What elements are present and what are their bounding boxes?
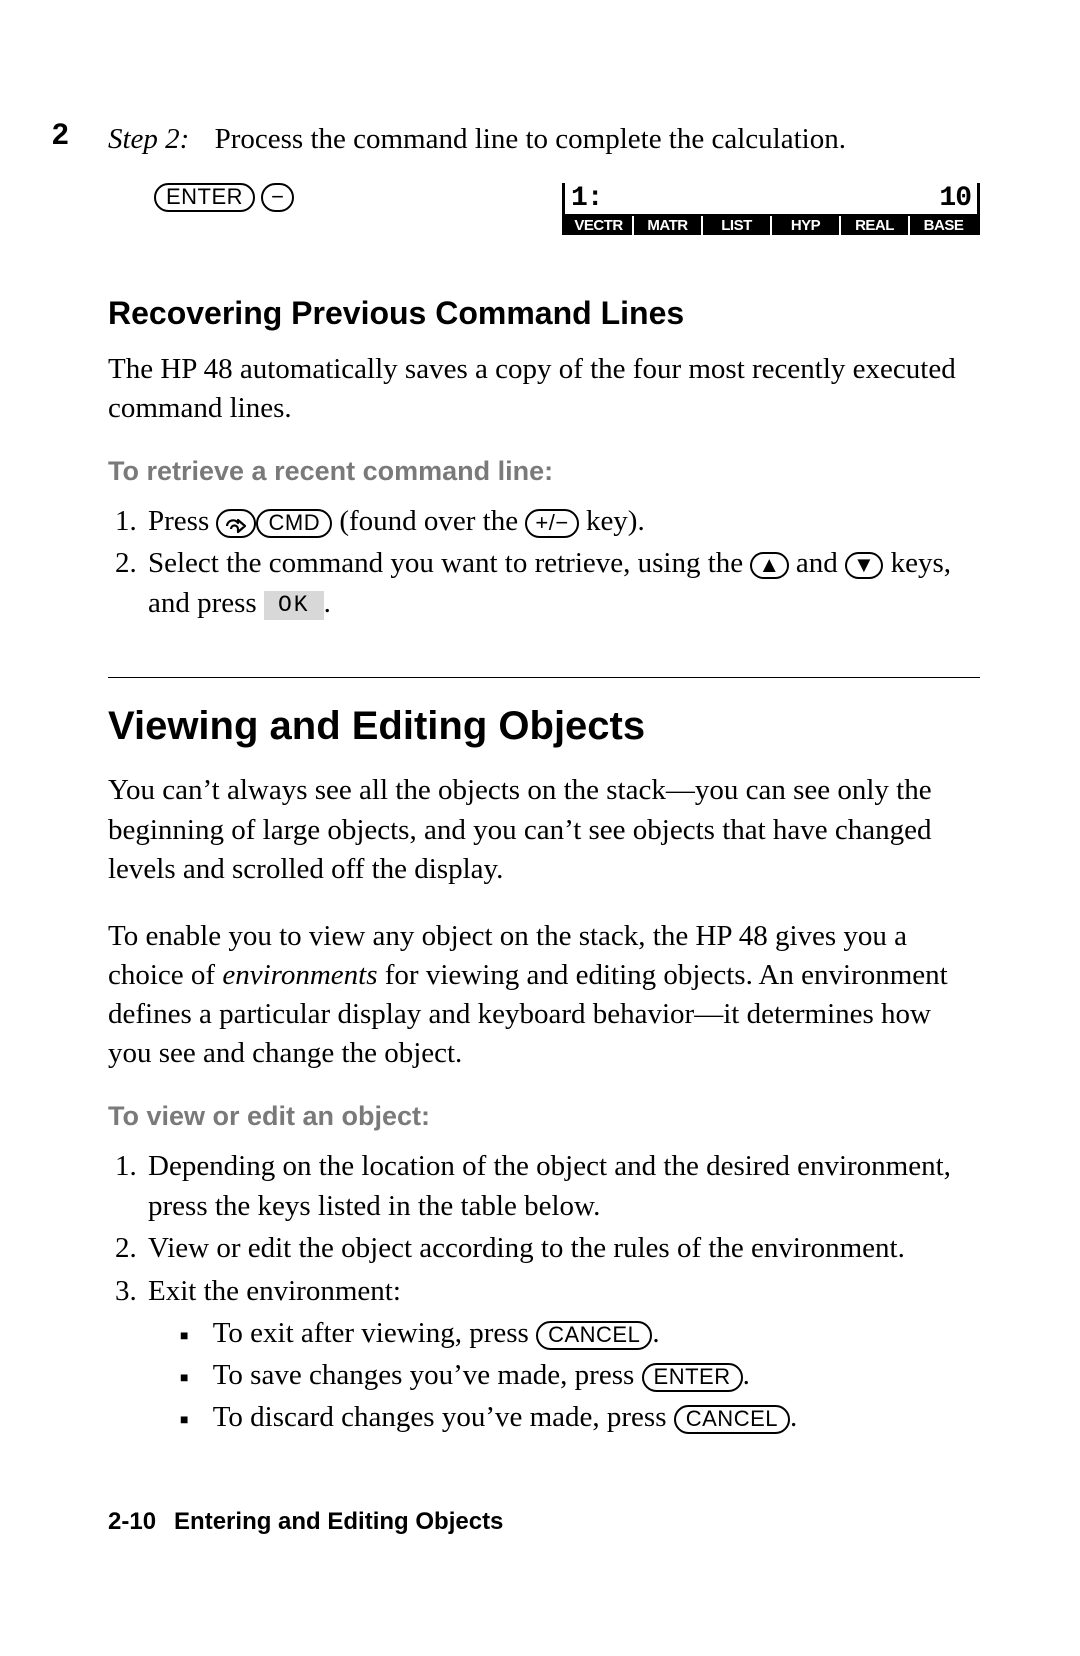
heading-viewing: Viewing and Editing Objects: [108, 704, 980, 749]
cancel-key: CANCEL: [536, 1321, 652, 1350]
enter-key: ENTER: [642, 1363, 743, 1392]
text: To discard changes you’ve made, press: [213, 1401, 674, 1433]
heading-recovering: Recovering Previous Command Lines: [108, 295, 980, 332]
list-item: Press CMD (found over the +/− key).: [144, 501, 980, 541]
down-arrow-key: ▼: [845, 552, 883, 579]
subhead-view-edit: To view or edit an object:: [108, 1101, 980, 1132]
para-view-2: To enable you to view any object on the …: [108, 917, 980, 1074]
text: .: [652, 1317, 659, 1349]
display-menubar: VECTR MATR LIST HYP REAL BASE: [562, 216, 980, 235]
menu-tab: BASE: [910, 216, 977, 235]
text: Select the command you want to retrieve,…: [148, 547, 750, 579]
key-sequence: ENTER −: [154, 183, 294, 212]
bullet-item: To save changes you’ve made, press ENTER…: [176, 1355, 980, 1395]
cancel-key: CANCEL: [674, 1405, 790, 1434]
calculator-display: 1: 10 VECTR MATR LIST HYP REAL BASE: [562, 183, 980, 235]
footer-title: Entering and Editing Objects: [174, 1508, 503, 1535]
right-shift-key: [216, 509, 256, 538]
bullet-item: To discard changes you’ve made, press CA…: [176, 1397, 980, 1437]
para-view-1: You can’t always see all the objects on …: [108, 771, 980, 888]
steps-retrieve: Press CMD (found over the +/− key). Sele…: [108, 501, 980, 623]
steps-view: Depending on the location of the object …: [108, 1146, 980, 1436]
menu-tab: LIST: [703, 216, 772, 235]
chapter-number: 2: [52, 118, 69, 152]
menu-tab: REAL: [841, 216, 910, 235]
sub-bullets: To exit after viewing, press CANCEL. To …: [148, 1313, 980, 1437]
enter-key: ENTER: [154, 183, 255, 212]
menu-tab: VECTR: [565, 216, 634, 235]
display-level: 1:: [571, 183, 603, 214]
section-rule: [108, 677, 980, 678]
list-item: View or edit the object according to the…: [144, 1228, 980, 1268]
minus-key: −: [261, 183, 294, 212]
step-line: Step 2: Process the command line to comp…: [108, 120, 980, 159]
text: key).: [579, 505, 645, 537]
step-example-row: ENTER − 1: 10 VECTR MATR LIST HYP REAL B…: [154, 183, 980, 235]
bullet-item: To exit after viewing, press CANCEL.: [176, 1313, 980, 1353]
display-stack-line: 1: 10: [562, 183, 980, 216]
page: 2 Step 2: Process the command line to co…: [0, 0, 1080, 1656]
text: .: [324, 587, 331, 619]
text: .: [743, 1359, 750, 1391]
text: To save changes you’ve made, press: [213, 1359, 642, 1391]
menu-tab: MATR: [634, 216, 703, 235]
subhead-retrieve: To retrieve a recent command line:: [108, 456, 980, 487]
text: Exit the environment:: [148, 1275, 401, 1307]
menu-tab: HYP: [772, 216, 841, 235]
cmd-key: CMD: [256, 509, 332, 538]
list-item: Exit the environment: To exit after view…: [144, 1271, 980, 1437]
ok-softkey: OK: [264, 591, 324, 620]
up-arrow-key: ▲: [750, 552, 788, 579]
text: and: [789, 547, 845, 579]
para-recover: The HP 48 automatically saves a copy of …: [108, 350, 980, 428]
list-item: Depending on the location of the object …: [144, 1146, 980, 1226]
text: To exit after viewing, press: [213, 1317, 536, 1349]
emphasis: environments: [222, 959, 377, 991]
list-item: Select the command you want to retrieve,…: [144, 543, 980, 623]
display-value: 10: [939, 183, 971, 214]
plus-minus-key: +/−: [525, 509, 578, 538]
step-text: Process the command line to complete the…: [215, 123, 846, 155]
step-label: Step 2:: [108, 123, 189, 155]
page-number: 2-10: [108, 1508, 156, 1535]
text: (found over the: [332, 505, 525, 537]
text: Press: [148, 505, 216, 537]
text: .: [790, 1401, 797, 1433]
page-footer: 2-10 Entering and Editing Objects: [108, 1508, 503, 1536]
